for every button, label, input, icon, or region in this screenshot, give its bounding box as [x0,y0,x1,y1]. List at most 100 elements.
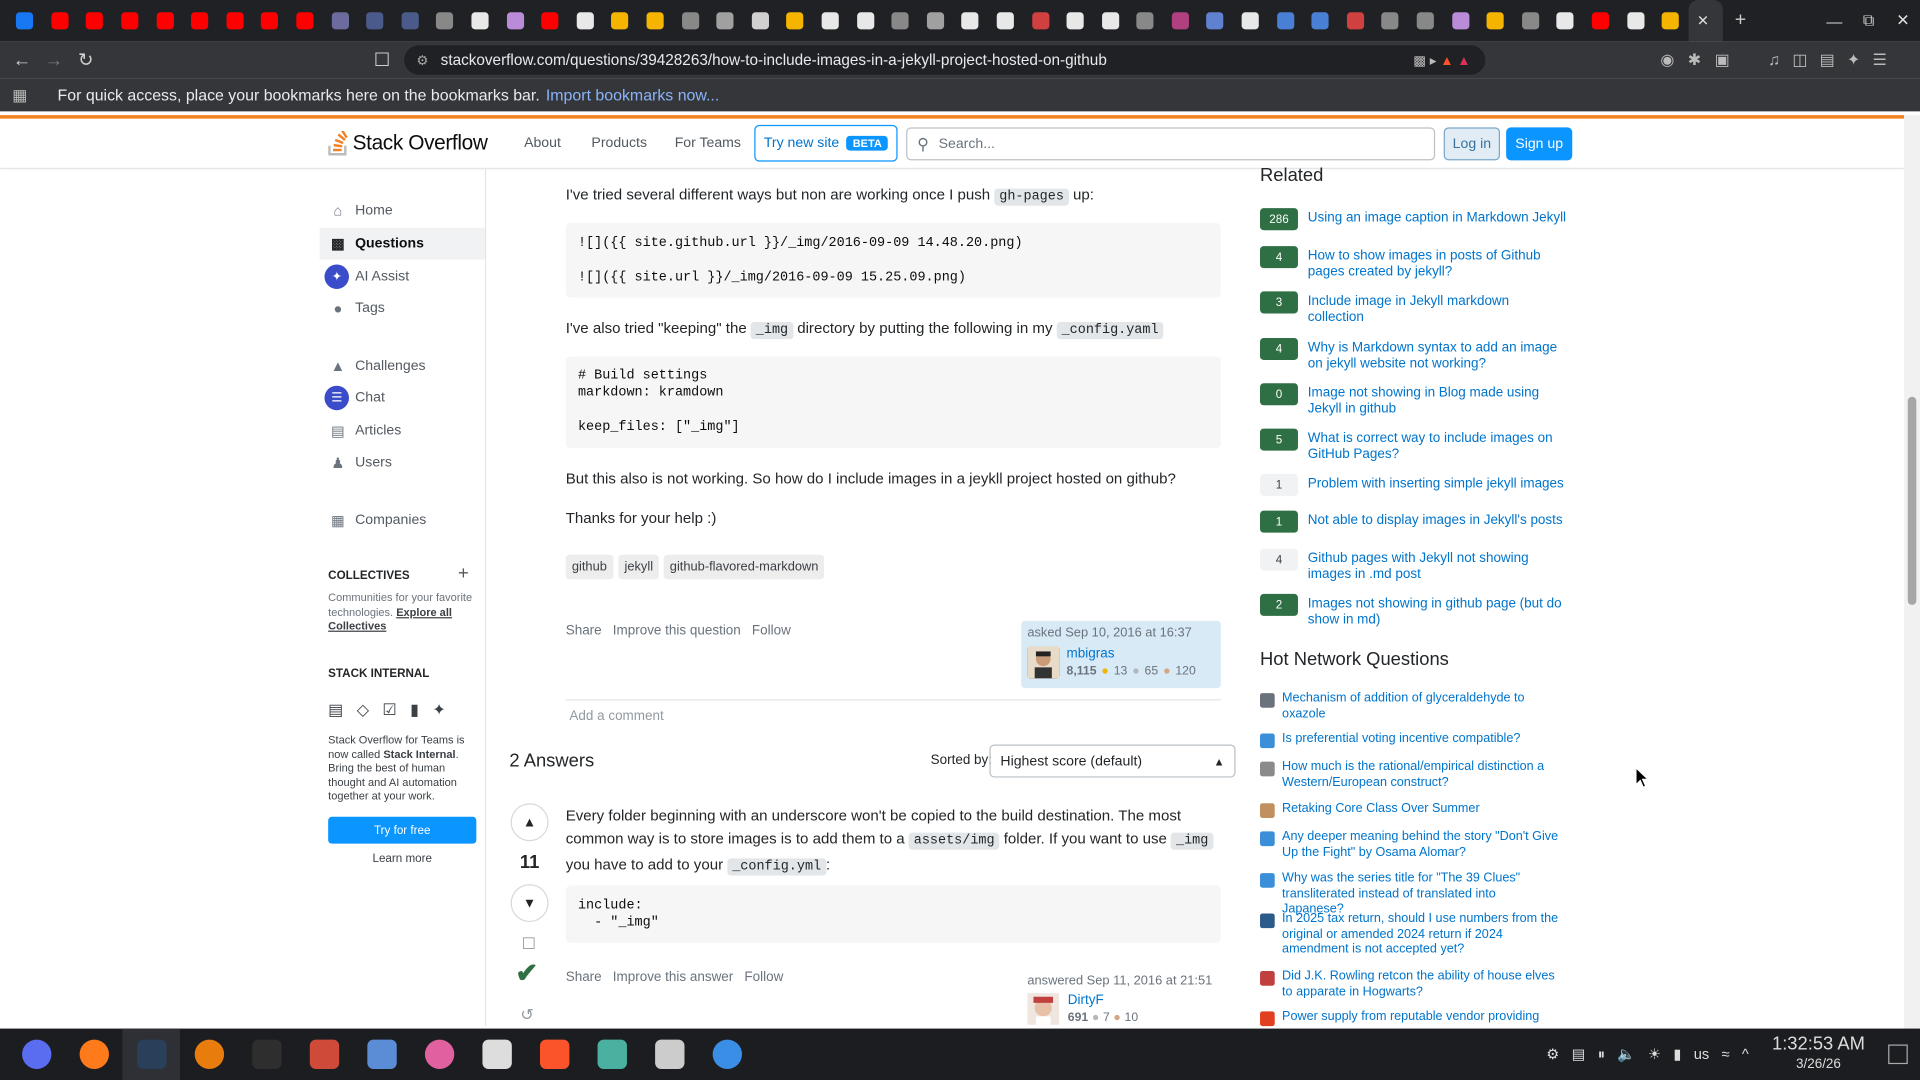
taskbar-app[interactable] [583,1029,641,1080]
hot-question-item[interactable]: Retaking Core Class Over Summer [1260,802,1560,818]
hot-question-item[interactable]: Power supply from reputable vendor provi… [1260,1010,1560,1027]
browser-tab[interactable] [1443,0,1478,42]
browser-tab[interactable] [953,0,988,42]
asker-name[interactable]: mbigras [1067,647,1115,662]
steam-tray-icon[interactable]: ⚙ [1546,1046,1559,1063]
related-link[interactable]: Images not showing in github page (but d… [1308,596,1566,628]
browser-tab[interactable] [357,0,392,42]
taskbar-app[interactable] [410,1029,468,1080]
battery-icon[interactable]: ▮ [1673,1046,1681,1063]
browser-tab[interactable] [883,0,918,42]
browser-tab[interactable]: ✕ [1687,0,1723,42]
browser-tab[interactable] [1408,0,1443,42]
related-link[interactable]: Image not showing in Blog made using Jek… [1308,386,1566,418]
browser-tab[interactable] [1198,0,1233,42]
taskbar-app[interactable] [295,1029,353,1080]
history-icon[interactable]: ↺ [520,1005,533,1025]
browser-tab[interactable] [1268,0,1303,42]
hot-question-item[interactable]: Any deeper meaning behind the story "Don… [1260,830,1560,861]
browser-tab[interactable] [708,0,743,42]
related-link[interactable]: What is correct way to include images on… [1308,431,1566,463]
new-tab-icon[interactable]: + [1723,0,1758,42]
browser-tab[interactable] [252,0,287,42]
taskbar-app[interactable] [353,1029,411,1080]
upvote-button[interactable]: ▲ [510,803,549,842]
try-new-site-button[interactable]: Try new site BETA [754,124,898,162]
follow-link[interactable]: Follow [744,970,783,985]
related-item[interactable]: 4 How to show images in posts of Github p… [1260,246,1566,281]
related-link[interactable]: Github pages with Jekyll not showing ima… [1308,551,1566,583]
related-item[interactable]: 0 Image not showing in Blog made using Je… [1260,383,1566,418]
browser-tab[interactable] [918,0,953,42]
sidebar-item-ai-assist[interactable]: ✦ AI Assist [320,261,485,293]
related-link[interactable]: Why is Markdown syntax to add an image o… [1308,340,1566,372]
browser-tab[interactable] [533,0,568,42]
browser-tab[interactable] [392,0,427,42]
taskbar-app[interactable] [698,1029,756,1080]
related-link[interactable]: Using an image caption in Markdown Jekyl… [1308,211,1566,231]
browser-tab[interactable] [7,0,42,42]
browser-tab[interactable] [1128,0,1163,42]
browser-tab[interactable] [1338,0,1373,42]
browser-tab[interactable] [1373,0,1408,42]
browser-tab[interactable] [1303,0,1338,42]
browser-tab[interactable] [322,0,357,42]
login-button[interactable]: Log in [1443,127,1501,161]
keyboard-layout[interactable]: us [1694,1046,1710,1063]
browser-tab[interactable] [498,0,533,42]
related-link[interactable]: Problem with inserting simple jekyll ima… [1308,476,1564,496]
scrollbar-thumb[interactable] [1907,396,1917,605]
minimize-icon[interactable]: — [1817,0,1851,42]
clipboard-icon[interactable]: ▤ [1572,1046,1586,1063]
answerer-avatar[interactable] [1027,993,1060,1025]
brightness-icon[interactable]: ☀ [1648,1046,1661,1063]
avatar[interactable] [1027,646,1060,679]
site-info-icon[interactable]: ⚙ [416,52,428,68]
related-item[interactable]: 2 Images not showing in github page (but … [1260,593,1566,628]
taskbar-app[interactable] [65,1029,123,1080]
search-input[interactable]: ⚲ Search... [906,127,1436,161]
volume-icon[interactable]: 🔈 [1617,1046,1635,1063]
taskbar-app[interactable] [180,1029,238,1080]
improve-answer-link[interactable]: Improve this answer [613,970,734,985]
browser-tab[interactable] [1478,0,1513,42]
browser-tab[interactable] [568,0,603,42]
url-actions-icons[interactable]: ▩ ▸ ▲ ▲ [1413,52,1470,68]
browser-tab[interactable] [778,0,813,42]
browser-tab[interactable] [42,0,77,42]
so-logo[interactable]: Stack Overflow [328,131,488,156]
browser-tab[interactable] [463,0,498,42]
show-desktop-icon[interactable] [1888,1044,1908,1065]
browser-tab[interactable] [1513,0,1548,42]
add-collective-icon[interactable]: + [458,563,469,584]
nav-about[interactable]: About [524,136,561,151]
browser-tab[interactable] [1653,0,1688,42]
sidebar-item-articles[interactable]: ▤ Articles [320,415,485,447]
browser-tab[interactable] [428,0,463,42]
hot-question-item[interactable]: Is preferential voting incentive compati… [1260,732,1560,749]
wifi-icon[interactable]: ≈ [1721,1046,1729,1063]
hot-question-link[interactable]: Power supply from reputable vendor provi… [1282,1010,1539,1026]
import-bookmarks-link[interactable]: Import bookmarks now... [546,86,719,104]
signup-button[interactable]: Sign up [1506,127,1573,161]
related-item[interactable]: 1 Not able to display images in Jekyll's … [1260,510,1566,533]
related-item[interactable]: 286 Using an image caption in Markdown Je… [1260,208,1566,231]
tag-jekyll[interactable]: jekyll [618,554,660,580]
hot-question-item[interactable]: How much is the rational/empirical disti… [1260,760,1560,791]
share-link[interactable]: Share [566,623,602,638]
browser-tab[interactable] [1548,0,1583,42]
learn-more-link[interactable]: Learn more [328,852,476,865]
sidebar-item-chat[interactable]: ☰ Chat [320,382,485,414]
browser-tab[interactable] [147,0,182,42]
reload-icon[interactable]: ↻ [71,49,100,71]
browser-tab[interactable] [77,0,112,42]
browser-tab[interactable] [638,0,673,42]
hot-question-item[interactable]: Mechanism of addition of glyceraldehyde … [1260,692,1560,723]
related-item[interactable]: 4 Github pages with Jekyll not showing im… [1260,548,1566,583]
sidebar-item-questions[interactable]: ▩ Questions [319,227,485,260]
hot-question-item[interactable]: In 2025 tax return, should I use numbers… [1260,912,1560,958]
related-link[interactable]: Not able to display images in Jekyll's p… [1308,513,1563,533]
answerer-name[interactable]: DirtyF [1068,993,1104,1008]
browser-tab[interactable] [988,0,1023,42]
extension-icons[interactable]: ◉✱▣ [1660,50,1743,70]
